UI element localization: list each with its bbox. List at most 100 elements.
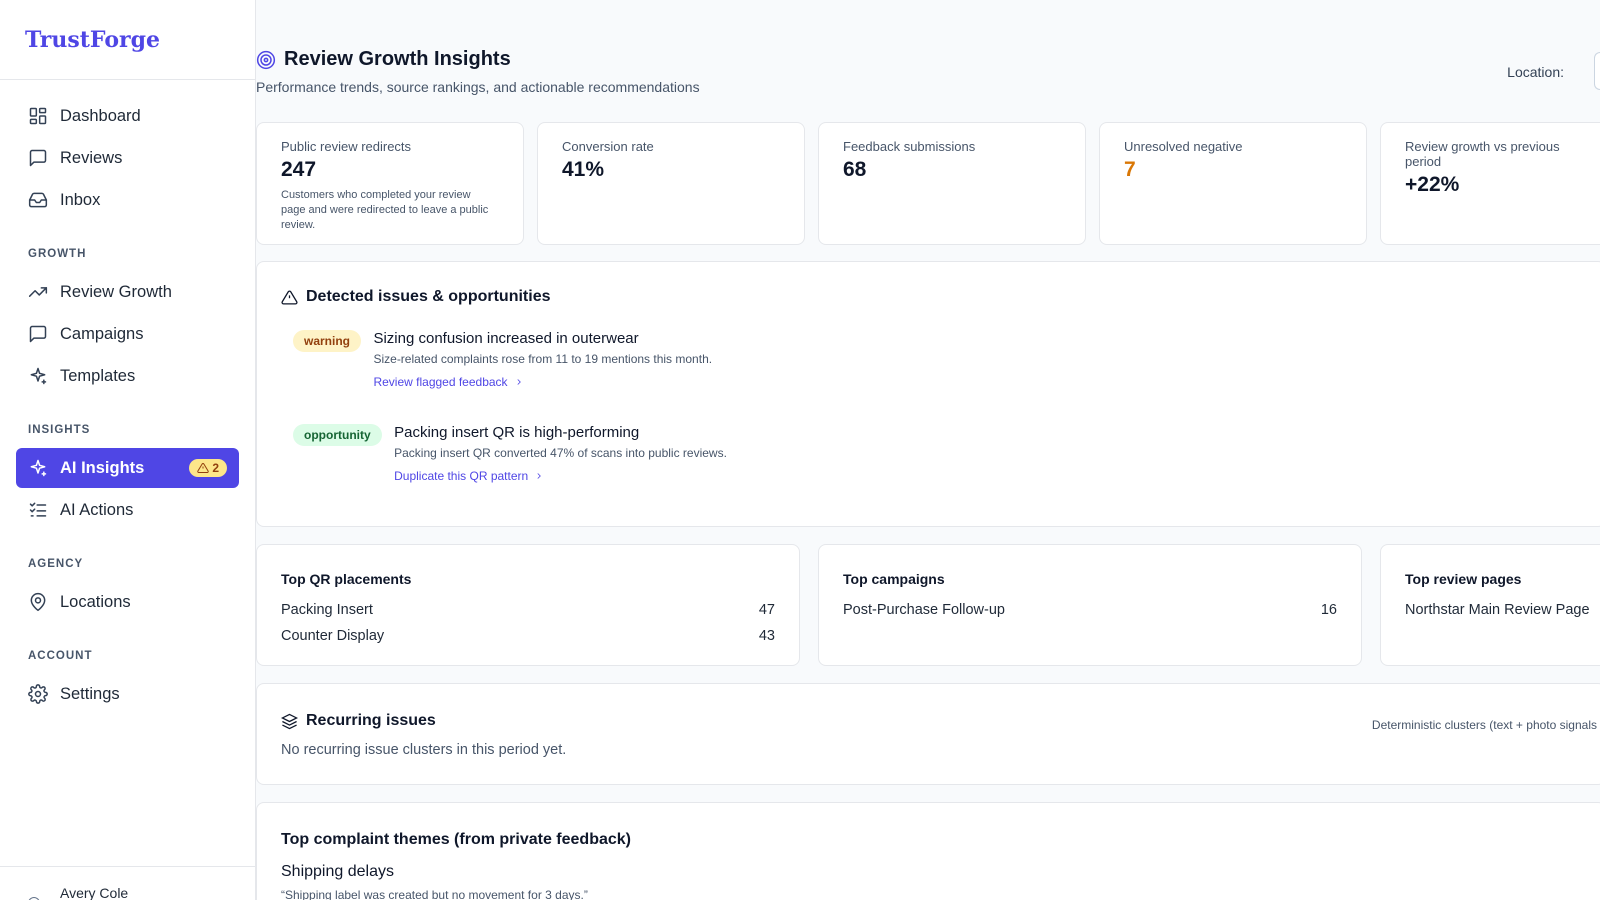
sidebar-item-label: Templates: [60, 366, 136, 385]
sidebar-item-label: Campaigns: [60, 324, 144, 343]
section-label-growth: GROWTH: [28, 248, 87, 260]
top-review-pages-card: Top review pages Northstar Main Review P…: [1380, 544, 1600, 666]
sidebar-item-settings[interactable]: Settings: [16, 674, 239, 714]
ranking-row: Post-Purchase Follow-up 16: [843, 597, 1337, 623]
issue-title: Sizing confusion increased in outerwear: [373, 330, 639, 347]
layers-icon: [281, 713, 298, 729]
sidebar-item-templates[interactable]: Templates: [16, 356, 239, 396]
section-label-account: ACCOUNT: [28, 650, 93, 662]
page-subtitle: Performance trends, source rankings, and…: [256, 79, 700, 95]
review-flagged-feedback-link[interactable]: Review flagged feedback: [373, 375, 712, 389]
sparkles-icon: [28, 458, 48, 478]
ranking-title: Top campaigns: [843, 571, 945, 587]
sparkles-icon: [28, 366, 48, 386]
sidebar-item-reviews[interactable]: Reviews: [16, 138, 239, 178]
sidebar-item-label: Dashboard: [60, 106, 141, 125]
chevron-right-icon: [537, 473, 542, 479]
stat-label: Unresolved negative: [1124, 139, 1243, 154]
issue-tag: warning: [293, 330, 362, 352]
map-pin-icon: [28, 592, 48, 612]
sidebar-item-review-growth[interactable]: Review Growth: [16, 272, 239, 312]
complaint-themes-card: Top complaint themes (from private feedb…: [256, 802, 1600, 900]
stat-label: Public review redirects: [281, 139, 412, 154]
sidebar-item-label: AI Actions: [60, 500, 134, 519]
ranking-name: Packing Insert: [281, 602, 373, 618]
ranking-row: Packing Insert 47: [281, 597, 775, 623]
sidebar-item-inbox[interactable]: Inbox: [16, 180, 239, 220]
stat-value: 7: [1124, 158, 1136, 181]
complaint-theme: Shipping delays: [281, 863, 394, 880]
inbox-icon: [28, 190, 48, 210]
ranking-value: 43: [758, 628, 775, 644]
link-label: Review flagged feedback: [373, 375, 508, 389]
section-title: Recurring issues: [306, 712, 436, 729]
gear-icon: [28, 684, 48, 704]
stat-card-review-growth: Review growth vs previous period +22%: [1380, 122, 1600, 245]
sidebar-item-label: Inbox: [60, 190, 101, 209]
issue-tag: opportunity: [293, 424, 382, 446]
page-title: Review Growth Insights: [284, 48, 511, 70]
section-title: Detected issues & opportunities: [306, 288, 551, 305]
sidebar-item-campaigns[interactable]: Campaigns: [16, 314, 239, 354]
issue-item: warning Sizing confusion increased in ou…: [293, 330, 712, 389]
top-campaigns-card: Top campaigns Post-Purchase Follow-up 16: [818, 544, 1362, 666]
warning-icon: [197, 462, 210, 473]
sidebar-item-label: Locations: [60, 592, 131, 611]
sidebar-item-label: Review Growth: [60, 282, 172, 301]
warning-icon: [281, 289, 298, 305]
sidebar-item-dashboard[interactable]: Dashboard: [16, 96, 239, 136]
ranking-name: Northstar Main Review Page: [1405, 602, 1590, 618]
recurring-issues-card: Recurring issues Deterministic clusters …: [256, 683, 1600, 785]
dashboard-icon: [28, 106, 48, 126]
message-icon: [28, 324, 48, 344]
stat-card-unresolved-negative: Unresolved negative 7: [1099, 122, 1367, 245]
ranking-title: Top QR placements: [281, 571, 412, 587]
detected-issues-card: Detected issues & opportunities warning …: [256, 261, 1600, 527]
issue-item: opportunity Packing insert QR is high-pe…: [293, 424, 727, 483]
trending-up-icon: [28, 282, 48, 302]
target-icon: [256, 50, 276, 69]
alert-count-badge: 2: [189, 459, 227, 477]
section-title: Top complaint themes (from private feedb…: [281, 831, 631, 848]
main-content: Review Growth Insights Performance trend…: [256, 0, 1600, 900]
stat-label: Feedback submissions: [843, 139, 976, 154]
ranking-value: 16: [1320, 602, 1337, 618]
link-label: Duplicate this QR pattern: [394, 469, 529, 483]
user-menu[interactable]: Avery Cole: [0, 866, 255, 900]
sidebar-item-locations[interactable]: Locations: [16, 582, 239, 622]
stat-card-conversion-rate: Conversion rate 41%: [537, 122, 805, 245]
section-label-agency: AGENCY: [28, 558, 84, 570]
sidebar-item-label: Reviews: [60, 148, 123, 167]
issue-description: Size-related complaints rose from 11 to …: [373, 352, 713, 366]
recurring-hint: Deterministic clusters (text + photo sig…: [1371, 718, 1597, 732]
brand-name: TrustForge: [25, 26, 160, 53]
ranking-title: Top review pages: [1405, 571, 1522, 587]
sidebar-item-ai-actions[interactable]: AI Actions: [16, 490, 239, 530]
stat-label: Conversion rate: [562, 139, 654, 154]
user-name: Avery Cole: [60, 885, 129, 900]
sidebar-item-ai-insights[interactable]: AI Insights 2: [16, 448, 239, 488]
stat-label: Review growth vs previous period: [1405, 139, 1560, 169]
sidebar-item-label: AI Insights: [60, 458, 145, 477]
location-select[interactable]: [1594, 52, 1600, 90]
sidebar-item-label: Settings: [60, 684, 120, 703]
ranking-name: Post-Purchase Follow-up: [843, 602, 1005, 618]
issue-description: Packing insert QR converted 47% of scans…: [394, 446, 727, 460]
ranking-value: 47: [758, 602, 775, 618]
message-icon: [28, 148, 48, 168]
duplicate-qr-pattern-link[interactable]: Duplicate this QR pattern: [394, 469, 727, 483]
page-header: Review Growth Insights Performance trend…: [256, 48, 1600, 95]
ranking-row: Counter Display 43: [281, 623, 775, 649]
checklist-icon: [28, 500, 48, 520]
complaint-quote: “Shipping label was created but no movem…: [281, 888, 588, 900]
empty-state-text: No recurring issue clusters in this peri…: [281, 742, 567, 758]
sidebar-nav: Dashboard Reviews Inbox GROWTH Review Gr…: [0, 80, 255, 714]
stat-value: 41%: [562, 158, 605, 181]
stat-card-public-redirects: Public review redirects 247 Customers wh…: [256, 122, 524, 245]
brand-logo[interactable]: TrustForge: [0, 0, 255, 80]
stat-description: Customers who completed your review page…: [281, 189, 489, 231]
location-label: Location:: [1507, 64, 1564, 80]
top-qr-placements-card: Top QR placements Packing Insert 47 Count…: [256, 544, 800, 666]
stat-value: 247: [281, 158, 317, 181]
issue-title: Packing insert QR is high-performing: [394, 424, 640, 441]
